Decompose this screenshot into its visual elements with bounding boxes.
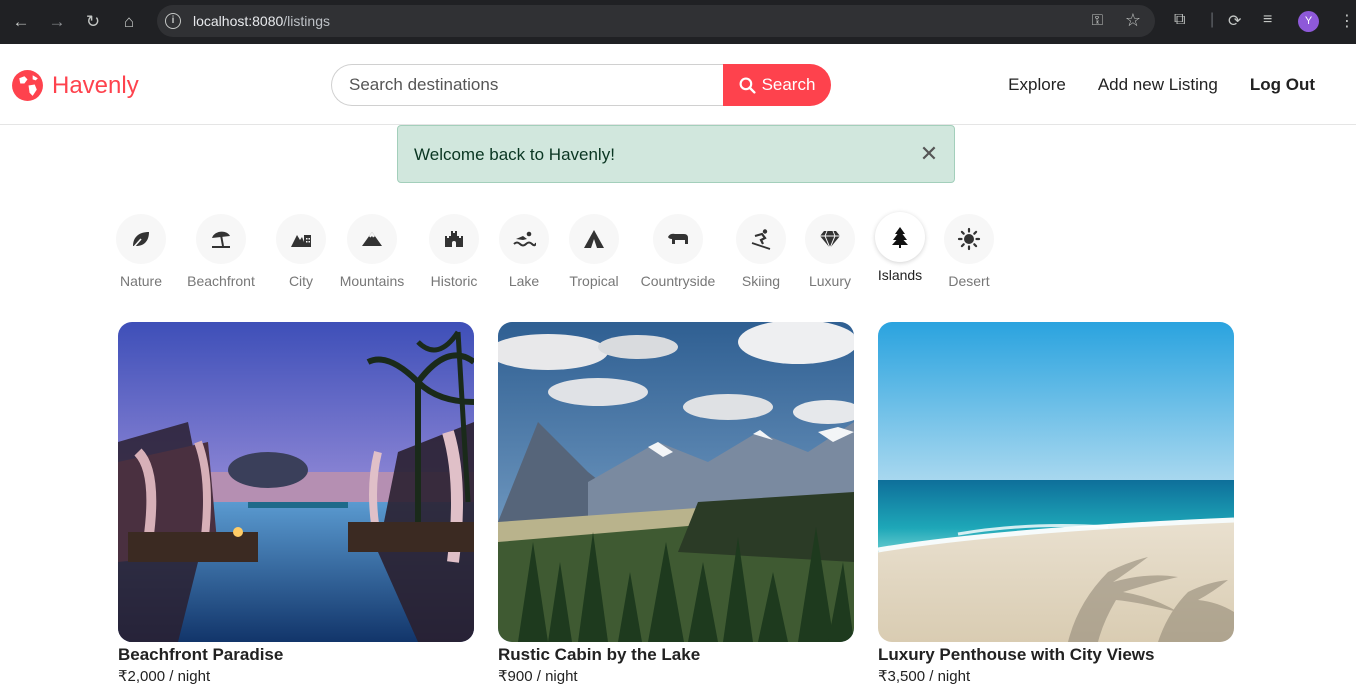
- filter-label: Nature: [119, 273, 163, 289]
- filter-label: Lake: [508, 273, 540, 289]
- listing-title[interactable]: Luxury Penthouse with City Views: [878, 645, 1234, 665]
- brand-logo[interactable]: Havenly: [11, 69, 139, 102]
- filter-label: Historic: [430, 273, 478, 289]
- reload-icon[interactable]: ↻: [81, 10, 105, 34]
- filter-label: Beachfront: [187, 273, 255, 289]
- filter-nature[interactable]: Nature: [96, 214, 186, 289]
- nav-logout-link[interactable]: Log Out: [1250, 75, 1315, 95]
- close-icon[interactable]: ✕: [918, 143, 940, 165]
- brand-name: Havenly: [52, 71, 139, 99]
- flash-success-alert: Welcome back to Havenly! ✕: [397, 125, 955, 183]
- filter-label: Tropical: [569, 273, 619, 289]
- filter-mountains[interactable]: Mountains: [327, 214, 417, 289]
- filter-label: Skiing: [741, 273, 781, 289]
- flash-message: Welcome back to Havenly!: [414, 145, 615, 164]
- url-text[interactable]: localhost:8080/listings: [193, 13, 330, 29]
- listing-card[interactable]: Beachfront Paradise ₹2,000 / night: [118, 322, 474, 685]
- city-icon: [291, 235, 311, 247]
- listing-price: ₹900 / night: [498, 668, 578, 685]
- filter-label: City: [288, 273, 314, 289]
- nav-links: Explore Add new Listing Log Out: [1008, 75, 1315, 95]
- search-icon: [739, 77, 756, 94]
- tent-icon: [584, 230, 604, 248]
- listing-price: ₹2,000 / night: [118, 668, 211, 685]
- address-bar[interactable]: i localhost:8080/listings ⚿ ☆: [157, 5, 1155, 37]
- castle-icon: [445, 231, 463, 247]
- reading-list-icon[interactable]: ≡: [1263, 11, 1272, 29]
- site-info-icon[interactable]: i: [165, 13, 181, 29]
- cow-icon: [668, 233, 688, 244]
- listing-image[interactable]: [498, 322, 854, 642]
- tree-icon: [892, 227, 908, 248]
- listing-card[interactable]: Rustic Cabin by the Lake ₹900 / night: [498, 322, 854, 685]
- mountain-icon: [362, 232, 382, 246]
- gem-icon: [820, 230, 840, 250]
- leaf-icon: [132, 232, 149, 249]
- password-key-icon[interactable]: ⚿: [1092, 12, 1103, 29]
- listing-title[interactable]: Rustic Cabin by the Lake: [498, 645, 854, 665]
- home-icon[interactable]: ⌂: [117, 10, 141, 34]
- filter-label: Islands: [877, 267, 923, 283]
- menu-kebab-icon[interactable]: ⋮: [1339, 11, 1355, 31]
- filter-tropical[interactable]: Tropical: [549, 214, 639, 289]
- profile-avatar[interactable]: Y: [1298, 11, 1319, 32]
- listing-title[interactable]: Beachfront Paradise: [118, 645, 474, 665]
- forward-icon[interactable]: →: [45, 10, 69, 34]
- bookmark-star-icon[interactable]: ☆: [1125, 10, 1141, 31]
- nav-add-listing-link[interactable]: Add new Listing: [1098, 75, 1218, 95]
- sun-icon: [957, 227, 981, 251]
- filter-beachfront[interactable]: Beachfront: [176, 214, 266, 289]
- skier-icon: [751, 229, 771, 250]
- nav-explore-link[interactable]: Explore: [1008, 75, 1066, 95]
- umbrella-beach-icon: [212, 231, 230, 248]
- filter-label: Countryside: [640, 273, 716, 289]
- listing-image[interactable]: [878, 322, 1234, 642]
- search-button[interactable]: Search: [723, 64, 831, 106]
- performance-icon[interactable]: ⟳: [1228, 11, 1241, 31]
- filter-desert[interactable]: Desert: [924, 214, 1014, 289]
- browser-toolbar: ← → ↻ ⌂ i localhost:8080/listings ⚿ ☆ ⧉ …: [0, 0, 1356, 44]
- search-form: Search: [331, 64, 831, 106]
- search-input[interactable]: [331, 64, 751, 106]
- extensions-icon[interactable]: ⧉: [1174, 11, 1185, 29]
- listing-price: ₹3,500 / night: [878, 668, 971, 685]
- filter-label: Luxury: [808, 273, 852, 289]
- search-button-label: Search: [761, 75, 816, 94]
- filter-label: Desert: [948, 273, 990, 289]
- listing-card[interactable]: Luxury Penthouse with City Views ₹3,500 …: [878, 322, 1234, 685]
- listing-image[interactable]: [118, 322, 474, 642]
- swimmer-icon: [513, 231, 536, 247]
- filter-label: Mountains: [339, 273, 405, 289]
- globe-icon: [12, 70, 43, 101]
- filter-countryside[interactable]: Countryside: [633, 214, 723, 289]
- toolbar-divider: |: [1210, 11, 1215, 28]
- back-icon[interactable]: ←: [9, 10, 33, 34]
- site-navbar: Havenly Search Explore Add new Listing L…: [0, 44, 1356, 125]
